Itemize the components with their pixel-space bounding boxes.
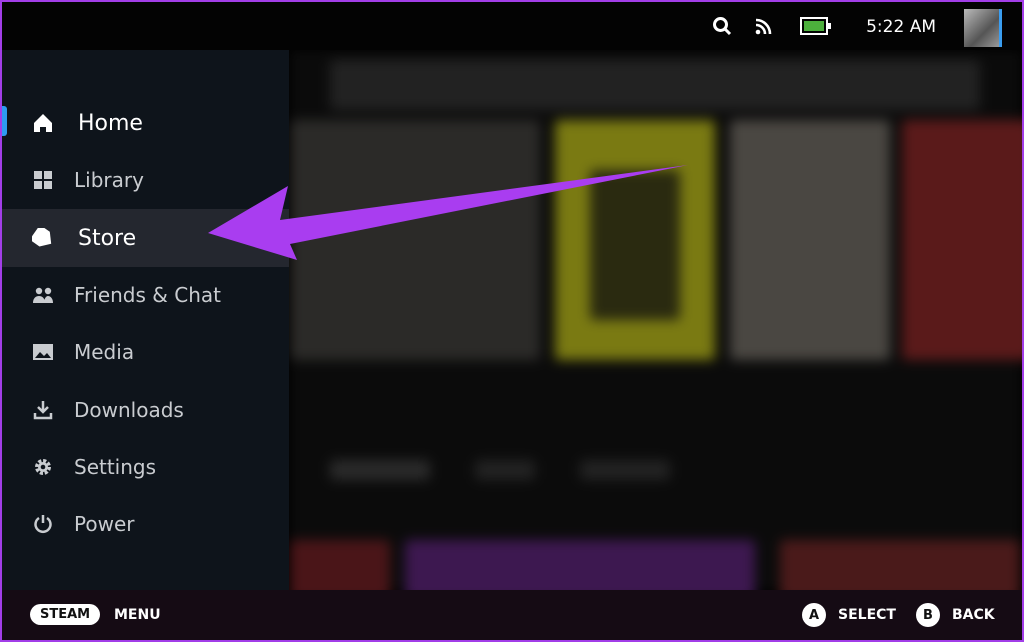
annotation-arrow xyxy=(208,165,688,260)
steam-deck-screen: 5:22 AM Home Library Store Friends & Cha… xyxy=(2,2,1022,640)
arrow-shape xyxy=(208,165,688,260)
